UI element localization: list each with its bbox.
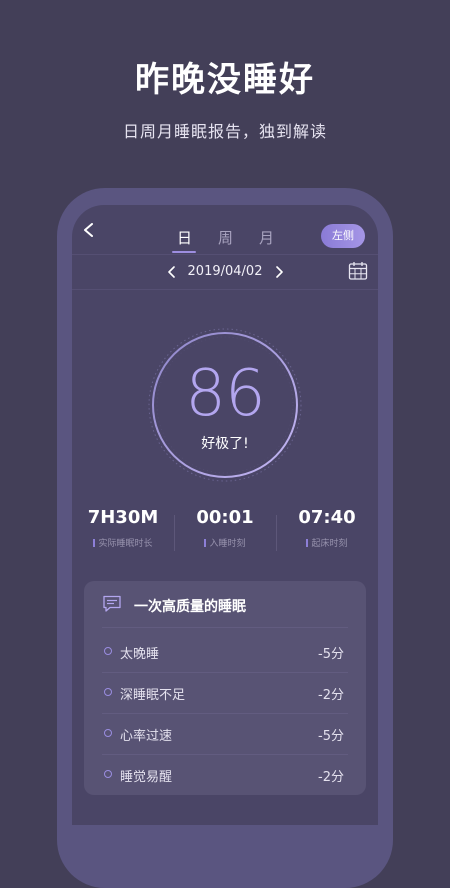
side-toggle-button[interactable]: 左侧 [321,224,365,248]
item-score: -5分 [318,647,344,662]
sleep-score-value: 86 [185,357,265,431]
stat-label: 起床时刻 [276,536,378,549]
bullet-icon [104,729,112,737]
stat-duration: 7H30M 实际睡眠时长 [72,507,174,549]
stat-value: 7H30M [87,507,159,528]
chevron-right-icon[interactable] [274,266,284,278]
stat-value: 07:40 [298,507,356,528]
stat-value: 00:01 [196,507,254,528]
app-screen: 日 周 月 左侧 2019/04/02 86 好极了! 7H30M 实际睡眠时长… [72,205,378,825]
bullet-icon [104,688,112,696]
item-label: 心率过速 [120,729,173,744]
card-title: 一次高质量的睡眠 [134,599,246,615]
stat-label: 入睡时刻 [174,536,276,549]
row-divider [102,627,348,628]
list-item: 深睡眠不足 -2分 [102,672,348,712]
item-score: -5分 [318,729,344,744]
hero-title: 昨晚没睡好 [135,60,315,100]
calendar-icon[interactable] [348,261,368,281]
sleep-stats: 7H30M 实际睡眠时长 00:01 入睡时刻 07:40 起床时刻 [72,507,378,555]
card-header: 一次高质量的睡眠 [84,581,366,627]
item-label: 太晚睡 [120,647,160,662]
sleep-quality-card: 一次高质量的睡眠 太晚睡 -5分 深睡眠不足 -2分 心率过速 -5分 睡觉易醒… [84,581,366,795]
date-divider [72,289,378,290]
tab-day[interactable]: 日 [177,227,192,248]
tab-month[interactable]: 月 [259,227,274,248]
list-item: 心率过速 -5分 [102,713,348,753]
active-tab-indicator [172,251,196,253]
item-label: 睡觉易醒 [120,770,173,785]
sleep-score-ring: 86 好极了! [147,327,303,483]
bullet-icon [104,770,112,778]
stat-label: 实际睡眠时长 [72,536,174,549]
top-nav: 日 周 月 左侧 [72,205,378,255]
bullet-icon [104,647,112,655]
item-score: -2分 [318,688,344,703]
stat-sleep-time: 00:01 入睡时刻 [174,507,276,549]
back-icon[interactable] [82,223,96,237]
message-icon [103,595,121,612]
sleep-score-label: 好极了! [201,436,249,452]
item-label: 深睡眠不足 [120,688,186,703]
item-score: -2分 [318,770,344,785]
list-item: 睡觉易醒 -2分 [102,754,348,794]
tab-week[interactable]: 周 [218,227,233,248]
hero-subtitle: 日周月睡眠报告，独到解读 [122,122,327,141]
date-navigator: 2019/04/02 [72,255,378,289]
current-date: 2019/04/02 [187,264,263,279]
stat-wake-time: 07:40 起床时刻 [276,507,378,549]
list-item: 太晚睡 -5分 [102,631,348,671]
